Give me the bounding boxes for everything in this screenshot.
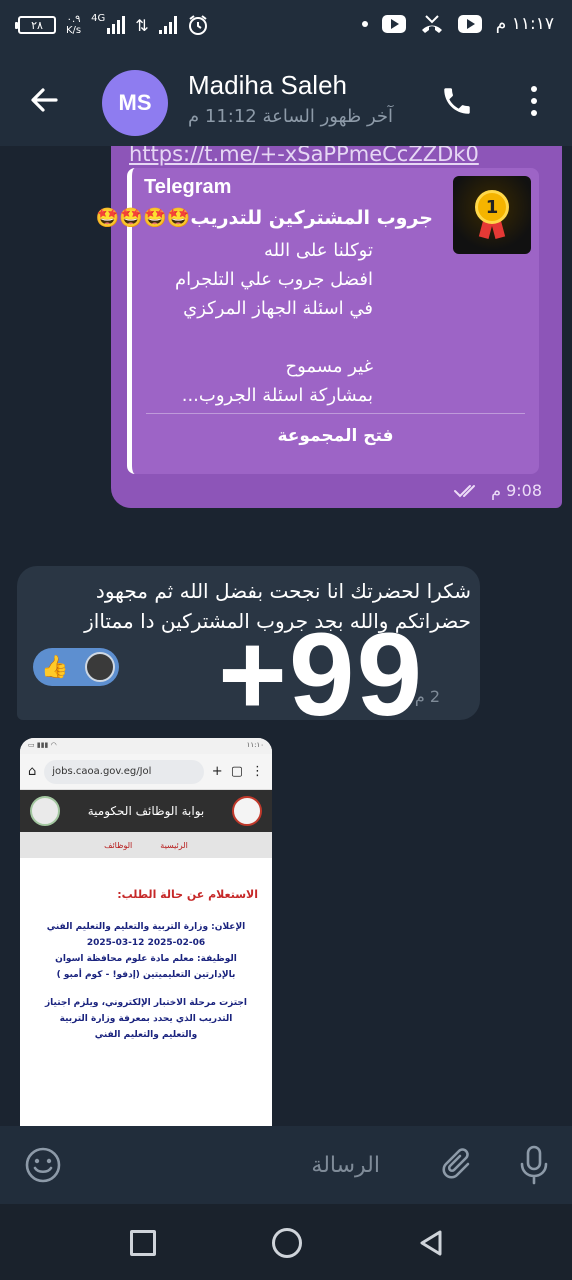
avatar-initials: MS — [118, 90, 152, 115]
photo-url: jobs.caoa.gov.eg/Jol — [44, 759, 204, 784]
preview-thumbnail: 1 — [453, 176, 531, 254]
last-seen-status: آخر ظهور الساعة 11:12 م — [188, 106, 394, 127]
photo-line-6: التدريب الذي يحدد بمعرفة وزارة التربية — [59, 1014, 233, 1024]
youtube-icon — [381, 15, 406, 33]
status-right: ١١:١٧ م — [361, 14, 554, 34]
reaction-chip[interactable]: 👍 — [33, 648, 119, 686]
status-bar: ٢٨ ٠.٩ K/s 4G ⇅ ١١:١٧ م — [0, 0, 572, 58]
battery-icon: ٢٨ — [15, 16, 56, 34]
photo-nav-home: الرئيسية — [160, 840, 188, 850]
home-icon[interactable] — [272, 1228, 302, 1258]
photo-menu-icon: ⋮ — [251, 764, 264, 779]
outgoing-message-bubble[interactable]: https://t.me/+-xSaPPmeCcZZDk0 Telegram 1… — [96, 146, 562, 508]
photo-line-1: الإعلان: وزارة التربية والتعليم والتعليم… — [46, 922, 246, 932]
outgoing-time: 9:08 م — [491, 481, 542, 500]
youtube-icon-2 — [457, 15, 482, 33]
data-arrows-icon: ⇅ — [135, 15, 149, 35]
chat-area[interactable]: https://t.me/+-xSaPPmeCcZZDk0 Telegram 1… — [0, 146, 572, 1126]
photo-line-5: اجتزت مرحلة الاختبار الإلكتروني، ويلزم ا… — [44, 998, 248, 1008]
emoji-icon[interactable] — [24, 1146, 62, 1184]
missed-call-icon — [421, 15, 442, 33]
net-speed-unit: K/s — [66, 25, 82, 36]
avatar[interactable]: MS — [102, 70, 168, 136]
battery-level: ٢٨ — [31, 18, 43, 32]
photo-gov-logo — [30, 796, 60, 826]
photo-status-icons: ▭ ▮▮▮ ◠ — [28, 741, 57, 749]
overlay-count-text: +99 — [218, 609, 425, 741]
photo-line-7: والتعليم والتعليم الفني — [94, 1030, 198, 1040]
signal-bars-2-icon — [158, 16, 177, 34]
photo-portal-logo — [231, 796, 262, 826]
photo-status-time: ١١:١٠ — [246, 741, 264, 749]
microphone-icon[interactable] — [516, 1144, 552, 1186]
preview-description: توكلنا على الله افضل جروب علي التلجرام ف… — [175, 240, 373, 406]
message-input[interactable] — [80, 1146, 380, 1184]
link-preview-card[interactable]: Telegram 1 جروب المشتركين للتدريب🤩🤩🤩🤩 تو… — [96, 168, 539, 474]
photo-body: الاستعلام عن حالة الطلب: الإعلان: وزارة … — [20, 858, 272, 1043]
invite-link[interactable]: https://t.me/+-xSaPPmeCcZZDk0 — [129, 146, 549, 166]
photo-plus-icon: + — [211, 764, 223, 779]
recents-icon[interactable] — [130, 1230, 156, 1256]
status-left: ٢٨ ٠.٩ K/s 4G ⇅ — [15, 13, 209, 36]
signal-bars-icon — [107, 16, 126, 34]
photo-nav: الرئيسية الوظائف — [20, 832, 272, 858]
photo-url-bar: ⌂ jobs.caoa.gov.eg/Jol + ▢ ⋮ — [20, 754, 272, 790]
outgoing-meta: 9:08 م — [453, 481, 542, 500]
net-speed: ٠.٩ K/s — [66, 14, 81, 36]
photo-line-3: الوظيفة: معلم مادة علوم محافظة اسوان — [55, 954, 237, 964]
phone-call-icon[interactable] — [440, 84, 474, 118]
photo-status-bar: ▭ ▮▮▮ ◠ ١١:١٠ — [20, 738, 272, 754]
thumbs-up-icon: 👍 — [41, 654, 69, 680]
photo-heading: الاستعلام عن حالة الطلب: — [117, 888, 258, 901]
photo-line-4: بالإدارتين التعليميتين (إدفو! - كوم أمبو… — [56, 970, 236, 980]
notification-dot-icon — [361, 21, 368, 27]
system-nav-bar — [0, 1204, 572, 1280]
medal-number: 1 — [485, 196, 499, 218]
preview-title: جروب المشتركين للتدريب🤩🤩🤩🤩 — [95, 207, 433, 229]
signal-4g: 4G — [91, 13, 126, 34]
gold-medal-icon: 1 — [475, 190, 509, 224]
nav-back-icon[interactable] — [416, 1228, 446, 1258]
preview-divider — [146, 413, 525, 414]
photo-tabs-icon: ▢ — [230, 764, 243, 779]
incoming-text-line-1: شكرا لحضرتك انا نجحت بفضل الله ثم مجهود — [95, 579, 471, 603]
net-speed-value: ٠.٩ — [66, 14, 81, 25]
back-arrow-icon[interactable] — [26, 82, 62, 118]
alarm-icon — [188, 15, 207, 35]
double-check-icon — [454, 484, 476, 497]
open-group-button[interactable]: فتح المجموعة — [132, 426, 539, 446]
photo-banner: بوابة الوظائف الحكومية — [20, 790, 272, 832]
message-input-bar — [0, 1126, 572, 1204]
contact-name[interactable]: Madiha Saleh — [188, 70, 347, 101]
screenshot-photo-message[interactable]: ▭ ▮▮▮ ◠ ١١:١٠ ⌂ jobs.caoa.gov.eg/Jol + ▢… — [20, 738, 272, 1126]
photo-home-icon: ⌂ — [28, 764, 37, 779]
network-type: 4G — [91, 13, 106, 24]
photo-line-2: 2025-02-06 2025-03-12 — [86, 938, 206, 948]
photo-site-title: بوابة الوظائف الحكومية — [87, 804, 205, 818]
attach-icon[interactable] — [440, 1146, 478, 1184]
reactor-avatar — [85, 652, 115, 682]
clock: ١١:١٧ م — [495, 14, 554, 34]
chat-header: MS Madiha Saleh آخر ظهور الساعة 11:12 م — [0, 58, 572, 146]
more-options-icon[interactable] — [520, 84, 548, 118]
preview-site-name: Telegram — [144, 176, 232, 198]
photo-nav-jobs: الوظائف — [104, 840, 133, 850]
